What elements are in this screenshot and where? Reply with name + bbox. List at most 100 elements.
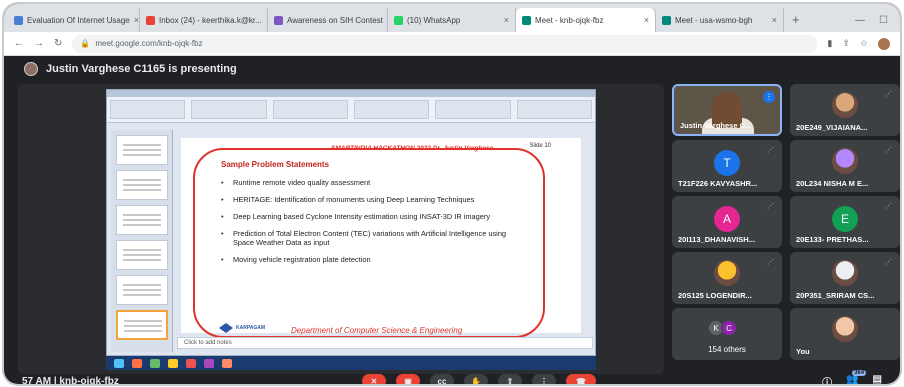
tab-favicon-icon	[146, 15, 155, 25]
others-avatars: KC	[708, 320, 737, 336]
participant-name: You	[796, 347, 810, 356]
tab-close-icon[interactable]: ×	[504, 15, 509, 25]
ribbon-group	[191, 100, 267, 119]
taskbar-app-icon	[168, 358, 178, 368]
browser-tab[interactable]: Inbox (24) - keerthika.k@kr...×	[140, 8, 268, 32]
forward-icon[interactable]: →	[34, 38, 44, 49]
profile-avatar[interactable]	[878, 37, 890, 50]
ribbon-group	[435, 100, 511, 119]
participant-tile[interactable]: ⋰ 20E249_VIJAIANA...	[790, 84, 900, 136]
slide-thumbnail-selected	[115, 310, 168, 340]
tab-close-icon[interactable]: ×	[772, 15, 777, 25]
tab-favicon-icon	[394, 15, 403, 25]
lock-icon: 🔒	[80, 39, 91, 48]
participant-name: 154 others	[708, 345, 746, 354]
windows-taskbar	[106, 356, 596, 370]
url-text: meet.google.com/knb-ojqk-fbz	[95, 39, 203, 48]
ribbon-group	[516, 100, 592, 119]
participant-tile[interactable]: K C 154 others	[672, 308, 782, 360]
tab-close-icon[interactable]: ×	[644, 15, 649, 25]
participant-name: 20E133- PRETHAS...	[796, 235, 869, 244]
address-bar[interactable]: 🔒 meet.google.com/knb-ojqk-fbz	[72, 34, 818, 53]
call-controls: ✕ ▣ cc ✋ ⇧ ⋮ ☎	[362, 374, 596, 384]
slide-heading: Sample Problem Statements	[221, 160, 330, 169]
participant-name: 20E249_VIJAIANA...	[796, 123, 868, 132]
slide-bullet: HERITAGE: Identification of monuments us…	[221, 195, 511, 204]
participant-count: 364	[852, 370, 867, 376]
browser-tab[interactable]: Meet - usa-wsmo-bgh ×	[656, 8, 784, 32]
more-options-icon[interactable]: ⋮	[532, 374, 556, 384]
slide-footer: Department of Computer Science & Enginee…	[291, 326, 463, 335]
presenting-label: Justin Varghese C1165 is presenting	[46, 63, 237, 75]
minimize-icon[interactable]: —	[855, 15, 865, 26]
shared-screen: SMARTINDIA HACKATHON 2022 Dr. Justin Var…	[18, 84, 664, 374]
slide-thumbnails	[111, 130, 173, 352]
camera-icon[interactable]: ▮	[827, 38, 832, 50]
others-chip: C	[721, 320, 737, 336]
tab-strip: Evaluation Of Internet Usage × Inbox (24) …	[4, 4, 900, 32]
tab-label: Inbox (24) - keerthika.k@kr...	[159, 15, 262, 25]
participant-tile[interactable]: E ⋰ 20E133- PRETHAS...	[790, 196, 900, 248]
participant-initial-avatar: T	[714, 150, 740, 176]
share-icon[interactable]: ⇪	[842, 38, 850, 50]
info-icon[interactable]: ⓘ	[822, 374, 832, 384]
ribbon-group	[272, 100, 348, 119]
reload-icon[interactable]: ↻	[54, 38, 62, 49]
tab-favicon-icon	[662, 15, 671, 25]
ribbon-group	[110, 100, 186, 119]
speaking-indicator-icon: ⋮	[763, 91, 775, 103]
logo-icon	[219, 323, 233, 333]
participant-photo-avatar	[832, 148, 858, 174]
maximize-icon[interactable]: ☐	[879, 15, 888, 26]
back-icon[interactable]: ←	[14, 38, 24, 49]
people-icon[interactable]: 👥 364	[846, 370, 867, 384]
mic-off-icon[interactable]: ✕	[362, 374, 386, 384]
presenting-bar: Justin Varghese C1165 is presenting	[4, 57, 900, 81]
captions-icon[interactable]: cc	[430, 374, 454, 384]
present-icon[interactable]: ⇧	[498, 374, 522, 384]
participant-tile[interactable]: ⋰ 20S125 LOGENDIR...	[672, 252, 782, 304]
participant-photo-avatar	[832, 260, 858, 286]
participant-name: Justin Varghese C...	[680, 121, 752, 130]
participant-initial-avatar: A	[714, 206, 740, 232]
meeting-info: 57 AM | knb-ojqk-fbz	[22, 376, 119, 384]
browser-window: Evaluation Of Internet Usage × Inbox (24) …	[4, 4, 900, 384]
taskbar-app-icon	[150, 358, 160, 368]
slide-number: Slide 10	[529, 143, 551, 149]
tab-label: Meet - usa-wsmo-bgh	[675, 15, 753, 25]
browser-tab[interactable]: Awareness on SIH Contest×	[268, 8, 388, 32]
camera-off-icon[interactable]: ▣	[396, 374, 420, 384]
raise-hand-icon[interactable]: ✋	[464, 374, 488, 384]
tab-favicon-icon	[522, 15, 531, 25]
tab-close-icon[interactable]: ×	[134, 15, 139, 25]
participant-tile[interactable]: T ⋰ T21F226 KAVYASHR...	[672, 140, 782, 192]
participant-name: 20I113_DHANAVISH...	[678, 235, 755, 244]
start-icon	[114, 358, 124, 368]
toolbar-icons: ▮ ⇪ ☆	[827, 37, 890, 50]
participant-name: 20L234 NISHA M E...	[796, 179, 869, 188]
participant-initial-avatar: E	[832, 206, 858, 232]
participant-tile[interactable]: ⋮ Justin Varghese C...	[672, 84, 782, 136]
participant-tile[interactable]: You	[790, 308, 900, 360]
mic-muted-icon: ⋰	[885, 91, 892, 98]
slide-thumbnail	[115, 275, 168, 305]
browser-tab[interactable]: Meet - knb-ojqk-fbz ×	[516, 8, 656, 32]
leave-call-button[interactable]: ☎	[566, 374, 596, 384]
slide-notes: Click to add notes	[177, 337, 593, 349]
participant-photo-avatar	[832, 316, 858, 342]
participant-tile[interactable]: ⋰ 20P351_SRIRAM CS...	[790, 252, 900, 304]
chat-icon[interactable]: ▤	[873, 374, 882, 384]
star-icon[interactable]: ☆	[860, 38, 868, 50]
current-slide: SMARTINDIA HACKATHON 2022 Dr. Justin Var…	[181, 138, 581, 338]
mic-muted-icon: ⋰	[767, 259, 774, 266]
new-tab-button[interactable]: +	[784, 8, 808, 32]
taskbar-app-icon	[186, 358, 196, 368]
participant-tile[interactable]: ⋰ 20L234 NISHA M E...	[790, 140, 900, 192]
tab-favicon-icon	[14, 15, 23, 25]
browser-tab[interactable]: (10) WhatsApp ×	[388, 8, 516, 32]
participant-tile[interactable]: A ⋰ 20I113_DHANAVISH...	[672, 196, 782, 248]
browser-tab[interactable]: Evaluation Of Internet Usage ×	[8, 8, 140, 32]
powerpoint-window: SMARTINDIA HACKATHON 2022 Dr. Justin Var…	[106, 89, 596, 369]
tab-label: (10) WhatsApp	[407, 15, 461, 25]
taskbar-app-icon	[132, 358, 142, 368]
